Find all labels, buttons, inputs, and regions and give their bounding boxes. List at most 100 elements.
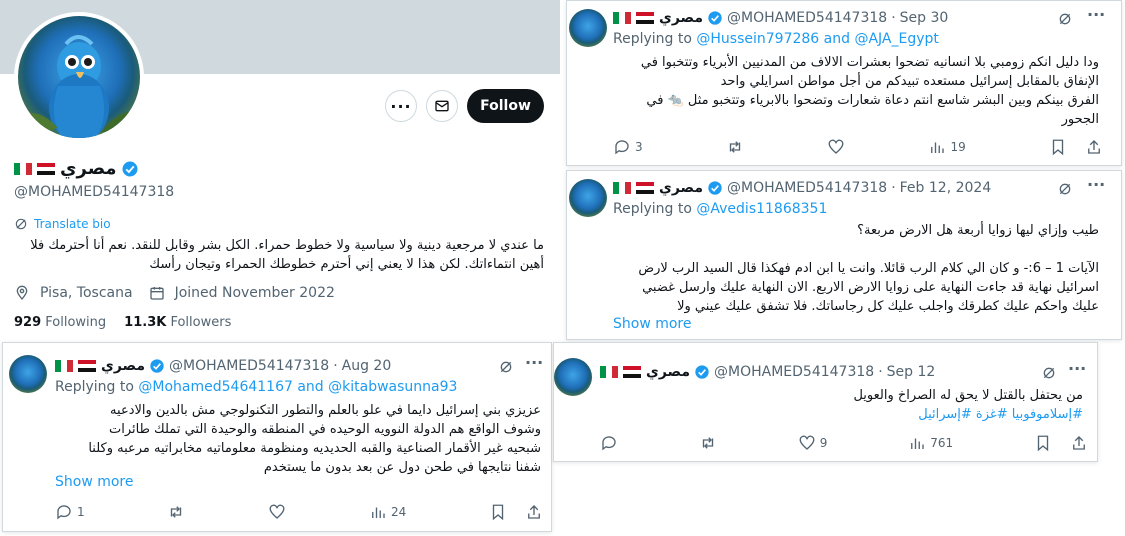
tweet-card[interactable]: مصري @MOHAMED54147318 · Aug 20 ··· Reply… <box>2 342 552 532</box>
bookmark-icon[interactable] <box>1034 434 1052 452</box>
more-icon[interactable]: ··· <box>1068 359 1086 378</box>
views-button[interactable]: 761 <box>908 434 953 452</box>
replying-label: Replying to <box>613 31 692 47</box>
verified-icon <box>708 181 722 195</box>
repost-button[interactable] <box>726 138 744 156</box>
tweet-text: عزيزي بني إسرائيل دايما في علو بالعلم وا… <box>49 401 541 477</box>
profile-avatar[interactable] <box>14 12 144 142</box>
translate-bio-label: Translate bio <box>34 217 111 231</box>
views-icon <box>931 142 945 153</box>
followers-link[interactable]: 11.3K Followers <box>124 315 231 330</box>
tweet-author-name[interactable]: مصري <box>646 364 690 380</box>
replying-to-link[interactable]: @Mohamed54641167 and @kitabwasunna93 <box>138 379 457 395</box>
reply-context: Replying to @Mohamed54641167 and @kitabw… <box>55 379 457 395</box>
tweet-line: من يحتفل بالقتل لا يحق له الصراخ والعويل <box>853 388 1083 403</box>
more-button[interactable]: ... <box>385 90 417 122</box>
share-icon[interactable] <box>1070 434 1088 452</box>
more-icon[interactable]: ··· <box>525 353 543 372</box>
separator-dot: · <box>891 180 896 196</box>
translate-bio-link[interactable]: Translate bio <box>14 217 111 231</box>
translate-icon <box>15 218 27 230</box>
tweet-author-handle[interactable]: @MOHAMED54147318 <box>714 364 874 380</box>
heart-icon <box>828 139 844 154</box>
share-icon[interactable] <box>525 503 543 521</box>
avatar[interactable] <box>9 355 47 393</box>
avatar[interactable] <box>569 179 607 217</box>
tweet-line: شبحيه غير الأقمار الصناعية والقبه الحديد… <box>88 441 541 456</box>
tweet-author-name[interactable]: مصري <box>101 358 145 374</box>
profile-name-row: مصري <box>14 158 139 179</box>
tweet-actions: 3 19 <box>613 138 1103 156</box>
tweet-date[interactable]: Sep 12 <box>887 364 936 380</box>
tweet-line: الفرق بينكم وبين البشر شاسع انتم دعاة شع… <box>646 93 1099 108</box>
repost-button[interactable] <box>699 434 717 452</box>
like-button[interactable] <box>827 138 845 156</box>
tweet-header: مصري @MOHAMED54147318 · Sep 30 <box>613 10 948 26</box>
tweet-card[interactable]: مصري @MOHAMED54147318 · Sep 12 ··· من يح… <box>553 342 1098 462</box>
bookmark-icon[interactable] <box>489 503 507 521</box>
views-count: 19 <box>950 140 966 154</box>
share-icon[interactable] <box>1085 138 1103 156</box>
tweet-author-name[interactable]: مصري <box>659 180 703 196</box>
tweet-actions: 1 24 <box>55 503 543 521</box>
views-button[interactable]: 19 <box>928 138 966 156</box>
profile-handle: @MOHAMED54147318 <box>14 184 175 200</box>
profile-location: Pisa, Toscana <box>40 285 133 301</box>
following-label: Following <box>45 315 107 330</box>
replying-to-link[interactable]: @Avedis11868351 <box>696 201 827 217</box>
following-link[interactable]: 929 Following <box>14 315 106 330</box>
like-button[interactable] <box>268 503 286 521</box>
more-icon[interactable]: ··· <box>1087 5 1105 24</box>
verified-icon <box>695 365 709 379</box>
reply-context: Replying to @Hussein797286 and @AJA_Egyp… <box>613 31 939 47</box>
show-more-link[interactable]: Show more <box>613 316 692 332</box>
egypt-flag-icon <box>636 12 654 24</box>
tweet-line: عليك واحكم عليك كطرقك واجلب عليك كل رجاس… <box>677 299 1099 314</box>
reply-icon <box>615 140 629 155</box>
views-icon <box>911 438 924 449</box>
replying-to-link[interactable]: @Hussein797286 and @AJA_Egypt <box>696 31 938 47</box>
tweet-author-handle[interactable]: @MOHAMED54147318 <box>169 358 329 374</box>
tweet-actions: 9 761 <box>600 434 1088 452</box>
avatar[interactable] <box>554 358 592 396</box>
like-button[interactable]: 9 <box>798 434 828 452</box>
hashtag-links[interactable]: #إسلاموفوبيا #غزة #إسرائيل <box>600 405 1083 424</box>
grok-icon[interactable] <box>498 359 514 375</box>
italy-flag-icon <box>613 12 631 24</box>
tweet-card[interactable]: مصري @MOHAMED54147318 · Feb 12, 2024 ···… <box>566 170 1122 340</box>
repost-button[interactable] <box>167 503 185 521</box>
tweet-line: عزيزي بني إسرائيل دايما في علو بالعلم وا… <box>110 403 541 418</box>
tweet-author-handle[interactable]: @MOHAMED54147318 <box>727 180 887 196</box>
reply-button[interactable]: 1 <box>55 503 85 521</box>
grok-icon[interactable] <box>1057 181 1073 197</box>
follow-button[interactable]: Follow <box>467 89 544 123</box>
bookmark-icon[interactable] <box>1049 138 1067 156</box>
tweet-date[interactable]: Sep 30 <box>900 10 949 26</box>
like-count: 9 <box>819 436 828 450</box>
profile-stats-row: 929 Following 11.3K Followers <box>14 315 231 330</box>
grok-icon[interactable] <box>1041 365 1057 381</box>
tweet-card[interactable]: مصري @MOHAMED54147318 · Sep 30 ··· Reply… <box>566 0 1122 166</box>
tweet-date[interactable]: Aug 20 <box>342 358 392 374</box>
tweet-author-name[interactable]: مصري <box>659 10 703 26</box>
profile-joined: Joined November 2022 <box>174 285 335 301</box>
tweet-author-handle[interactable]: @MOHAMED54147318 <box>727 10 887 26</box>
replying-label: Replying to <box>613 201 692 217</box>
avatar[interactable] <box>569 9 607 47</box>
tweet-date[interactable]: Feb 12, 2024 <box>900 180 992 196</box>
show-more-link[interactable]: Show more <box>55 474 134 490</box>
reply-count: 3 <box>635 140 643 154</box>
message-button[interactable] <box>426 90 458 122</box>
italy-flag-icon <box>613 182 631 194</box>
italy-flag-icon <box>600 366 618 378</box>
grok-icon[interactable] <box>1057 11 1073 27</box>
repost-icon <box>702 437 714 449</box>
followers-count: 11.3K <box>124 315 167 330</box>
views-icon <box>372 507 385 518</box>
reply-button[interactable]: 3 <box>613 138 643 156</box>
more-icon: ... <box>390 93 412 112</box>
reply-button[interactable] <box>600 434 618 452</box>
views-button[interactable]: 24 <box>369 503 406 521</box>
views-count: 761 <box>930 436 954 450</box>
more-icon[interactable]: ··· <box>1087 175 1105 194</box>
